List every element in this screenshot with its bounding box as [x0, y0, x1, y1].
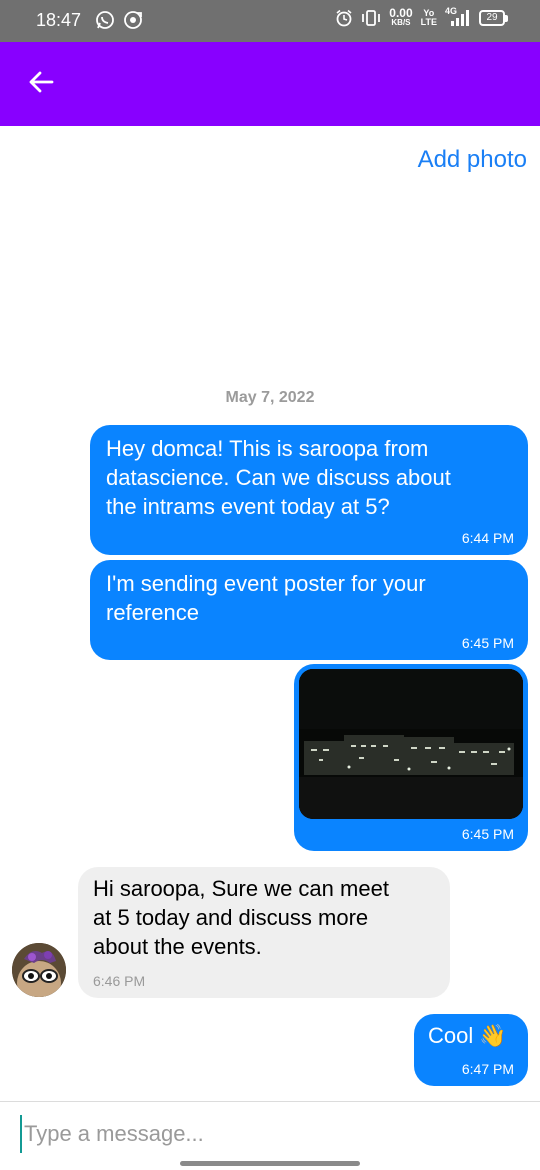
message-time: 6:44 PM: [461, 530, 514, 546]
battery-level: 29: [479, 10, 505, 26]
outgoing-message[interactable]: Cool 👋 6:47 PM: [414, 1014, 528, 1086]
home-indicator[interactable]: [180, 1161, 360, 1166]
outgoing-message[interactable]: I'm sending event poster for your refere…: [90, 560, 528, 660]
message-time: 6:45 PM: [461, 635, 514, 651]
outgoing-message[interactable]: Hey domca! This is saroopa from datascie…: [90, 425, 528, 555]
status-time: 18:47: [36, 10, 82, 30]
contact-avatar[interactable]: [12, 943, 66, 997]
status-right-icons: 0.00 KB/S Yo LTE 4G 29: [335, 6, 508, 28]
net-speed-unit: KB/S: [391, 18, 411, 27]
message-input[interactable]: [20, 1115, 520, 1153]
signal-icon: 4G: [445, 6, 471, 27]
net-speed-value: 0.00: [389, 6, 413, 20]
whatsapp-icon: [95, 10, 115, 30]
incoming-message[interactable]: Hi saroopa, Sure we can meet at 5 today …: [78, 867, 450, 998]
message-text: Cool 👋: [428, 1023, 507, 1048]
battery-icon: 29: [479, 10, 508, 26]
message-time: 6:45 PM: [461, 826, 514, 842]
date-separator: May 7, 2022: [225, 389, 315, 406]
status-bar: 18:47 0.00 KB/S Yo LTE 4G 29: [0, 0, 540, 42]
app-bar: [0, 42, 540, 126]
alarm-icon: [335, 9, 353, 27]
arrow-left-icon: [28, 70, 54, 99]
message-time: 6:47 PM: [461, 1061, 514, 1077]
message-text: I'm sending event poster for your refere…: [106, 571, 426, 625]
vibrate-icon: [361, 9, 381, 27]
outgoing-image-message[interactable]: 6:45 PM: [294, 664, 528, 851]
network-type: 4G: [445, 6, 458, 16]
status-left-icons: [95, 10, 143, 30]
net-speed: 0.00 KB/S: [389, 6, 413, 28]
composer-divider: [0, 1101, 540, 1102]
volte-bottom: LTE: [420, 17, 437, 27]
message-time: 6:46 PM: [93, 973, 146, 989]
sync-icon: [123, 10, 143, 30]
event-poster-image[interactable]: [299, 669, 523, 819]
message-text: Hi saroopa, Sure we can meet at 5 today …: [93, 876, 389, 959]
message-text: Hey domca! This is saroopa from datascie…: [106, 436, 451, 519]
back-button[interactable]: [18, 62, 64, 106]
volte-indicator: Yo LTE: [421, 9, 437, 27]
add-photo-link[interactable]: Add photo: [418, 146, 527, 174]
